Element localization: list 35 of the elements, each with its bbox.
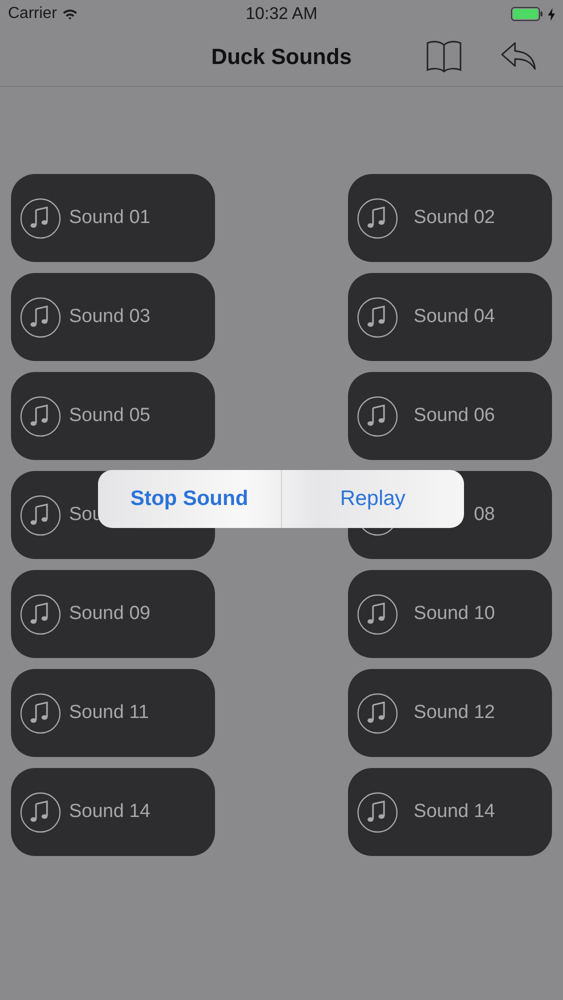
music-note-icon bbox=[357, 692, 398, 734]
music-note-icon bbox=[357, 396, 398, 436]
sound-button[interactable]: Sound 01 bbox=[11, 174, 215, 262]
battery-icon bbox=[511, 7, 543, 21]
sound-button[interactable]: Sound 14 bbox=[348, 768, 552, 856]
sound-button[interactable]: Sound 06 bbox=[348, 372, 552, 460]
reply-arrow-icon[interactable] bbox=[501, 42, 537, 70]
music-note-icon bbox=[20, 296, 61, 338]
music-note-icon bbox=[20, 594, 61, 634]
music-note-icon bbox=[20, 396, 61, 436]
sound-button[interactable]: Sound 03 bbox=[11, 273, 215, 361]
carrier-name: Carrier bbox=[8, 5, 57, 23]
alert-action-button[interactable]: Stop Sound bbox=[98, 470, 280, 528]
music-note-icon bbox=[20, 494, 61, 536]
music-note-icon bbox=[20, 198, 61, 238]
wifi-icon bbox=[62, 8, 78, 20]
sound-button[interactable]: Sound 02 bbox=[348, 174, 552, 262]
book-icon[interactable] bbox=[426, 40, 462, 73]
sound-button[interactable]: Sound 09 bbox=[11, 570, 215, 658]
sound-button[interactable]: Sound 11 bbox=[11, 669, 215, 757]
music-note-icon bbox=[20, 692, 61, 734]
music-note-icon bbox=[20, 792, 61, 832]
sound-button[interactable]: Sound 12 bbox=[348, 669, 552, 757]
sound-button[interactable]: Sound 10 bbox=[348, 570, 552, 658]
sound-button[interactable]: Sound 05 bbox=[11, 372, 215, 460]
music-note-icon bbox=[357, 594, 398, 634]
music-note-icon bbox=[357, 198, 398, 238]
music-note-icon bbox=[357, 792, 398, 832]
screen-title: Duck Sounds bbox=[211, 44, 352, 70]
status-time: 10:32 AM bbox=[246, 4, 318, 24]
sound-button[interactable]: Sound 14 bbox=[11, 768, 215, 856]
alert-action-button[interactable]: Replay bbox=[280, 470, 464, 528]
charging-icon bbox=[548, 8, 555, 20]
sound-button[interactable]: Sound 04 bbox=[348, 273, 552, 361]
music-note-icon bbox=[357, 296, 398, 338]
